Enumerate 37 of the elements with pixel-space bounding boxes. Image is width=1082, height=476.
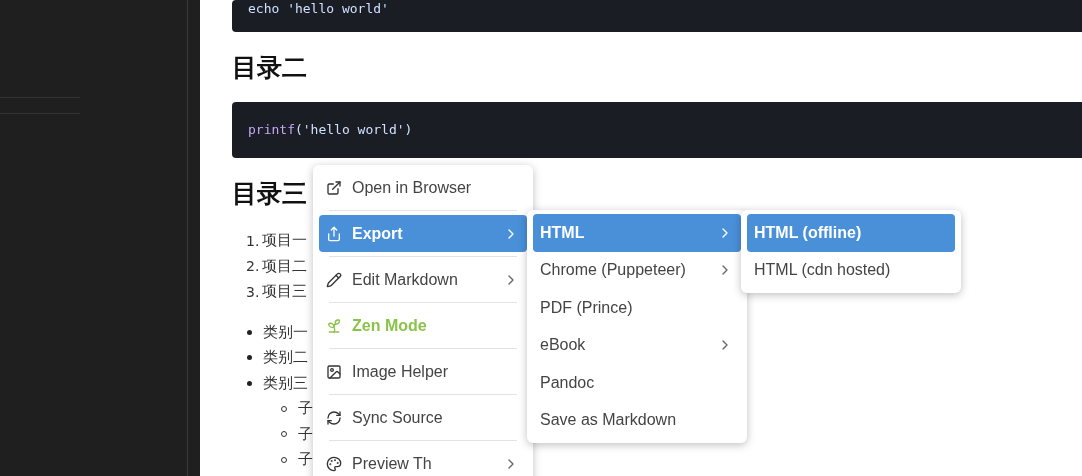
menu-icon bbox=[326, 225, 342, 242]
menu-icon bbox=[326, 409, 342, 426]
bullet-icon bbox=[247, 329, 252, 335]
list-item: 项目三 bbox=[262, 282, 307, 302]
code-block: echo 'hello world' bbox=[232, 0, 1082, 32]
menu-item[interactable]: Pandoc bbox=[533, 364, 741, 402]
menu-item[interactable]: Image Helper bbox=[319, 353, 527, 390]
menu-item[interactable]: Preview Th bbox=[319, 445, 527, 476]
menu-item[interactable]: HTML (cdn hosted) bbox=[747, 251, 955, 289]
list-item: 项目一 bbox=[262, 231, 307, 251]
bullet-icon bbox=[247, 355, 252, 361]
menu-item[interactable]: Edit Markdown bbox=[319, 261, 527, 298]
menu-icon bbox=[326, 455, 342, 472]
list-item: 子 bbox=[298, 399, 313, 419]
list-item: 类别二 bbox=[263, 348, 308, 368]
menu-icon bbox=[326, 317, 342, 334]
list-item: 子 bbox=[298, 450, 313, 470]
menu-item[interactable]: Save as Markdown bbox=[533, 401, 741, 439]
menu-icon bbox=[326, 363, 342, 380]
code-block: printf('hello world') bbox=[232, 102, 1082, 158]
list-item: 类别三 bbox=[263, 373, 308, 393]
bullet-icon bbox=[247, 380, 252, 386]
list-item: 项目二 bbox=[262, 256, 307, 276]
heading: 目录二 bbox=[232, 52, 307, 84]
menu-item[interactable]: PDF (Prince) bbox=[533, 289, 741, 327]
menu-item[interactable]: Open in Browser bbox=[319, 169, 527, 206]
list-number: 3. bbox=[246, 283, 261, 300]
list-number: 1. bbox=[246, 232, 261, 249]
menu-item[interactable]: eBook bbox=[533, 326, 741, 364]
menu-icon bbox=[326, 271, 342, 288]
menu-item[interactable]: Sync Source bbox=[319, 399, 527, 436]
list-number: 2. bbox=[246, 258, 261, 275]
list-item: 类别一 bbox=[263, 322, 308, 342]
list-item: 子 bbox=[298, 424, 313, 444]
menu-icon bbox=[326, 179, 342, 196]
menu-item[interactable]: Chrome (Puppeteer) bbox=[533, 251, 741, 289]
heading: 目录三 bbox=[232, 178, 307, 210]
